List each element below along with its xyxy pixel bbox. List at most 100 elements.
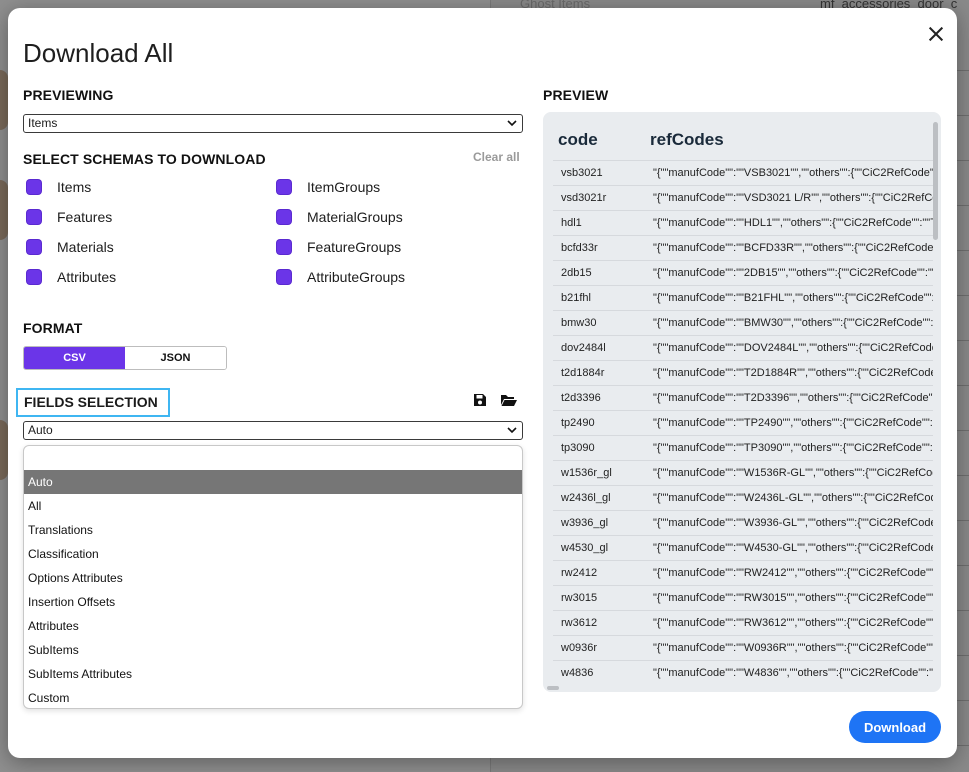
cell-code: tp3090 <box>561 442 595 454</box>
fields-select[interactable]: Auto <box>23 421 523 440</box>
dropdown-option-custom[interactable]: Custom <box>24 686 522 708</box>
clear-all-link[interactable]: Clear all <box>473 150 520 164</box>
dropdown-option-translations[interactable]: Translations <box>24 518 522 542</box>
cell-code: w3936_gl <box>561 517 609 529</box>
schema-checkbox-attributes[interactable]: Attributes <box>27 269 116 285</box>
table-row: w4530_gl "{""manufCode"":""W4530-GL"",""o… <box>553 535 933 560</box>
schema-checkbox-items[interactable]: Items <box>27 179 91 195</box>
cell-code: rw2412 <box>561 567 598 579</box>
cell-code: w4530_gl <box>561 542 609 554</box>
table-row: bmw30 "{""manufCode"":""BMW30"",""others"… <box>553 310 933 335</box>
checkbox-checked-icon <box>277 270 291 284</box>
cell-refcodes: "{""manufCode"":""RW3015"",""others"":{"… <box>653 592 933 604</box>
cell-code: w1536r_gl <box>561 467 612 479</box>
cell-refcodes: "{""manufCode"":""DOV2484L"",""others"":… <box>653 342 933 354</box>
background-thumbnail <box>0 180 8 240</box>
schema-checkbox-featuregroups[interactable]: FeatureGroups <box>277 239 401 255</box>
cell-code: w0936r <box>561 642 598 654</box>
background-thumbnail <box>0 420 8 480</box>
table-row: dov2484l "{""manufCode"":""DOV2484L"",""o… <box>553 335 933 360</box>
cell-refcodes: "{""manufCode"":""T2D3396"",""others"":{… <box>653 392 933 404</box>
horizontal-scrollbar[interactable] <box>547 686 559 690</box>
cell-refcodes: "{""manufCode"":""B21FHL"",""others"":{"… <box>653 292 933 304</box>
dropdown-option-subitems-attributes[interactable]: SubItems Attributes <box>24 662 522 686</box>
checkbox-checked-icon <box>277 180 291 194</box>
table-row: hdl1 "{""manufCode"":""HDL1"",""others"":… <box>553 210 933 235</box>
preview-table-header: code refCodes <box>543 112 933 162</box>
cell-refcodes: "{""manufCode"":""W1536R-GL"",""others""… <box>653 467 933 479</box>
checkbox-checked-icon <box>27 240 41 254</box>
dropdown-search-area[interactable] <box>24 446 522 470</box>
cell-refcodes: "{""manufCode"":""VSD3021 L/R"",""others… <box>653 192 933 204</box>
background-divider <box>955 295 969 296</box>
schema-checkbox-itemgroups[interactable]: ItemGroups <box>277 179 380 195</box>
vertical-scrollbar[interactable] <box>933 122 938 240</box>
cell-refcodes: "{""manufCode"":""W4530-GL"",""others"":… <box>653 542 933 554</box>
dropdown-option-subitems[interactable]: SubItems <box>24 638 522 662</box>
schema-checkbox-attributegroups[interactable]: AttributeGroups <box>277 269 405 285</box>
schema-label: MaterialGroups <box>307 209 403 225</box>
table-row: tp2490 "{""manufCode"":""TP2490"",""other… <box>553 410 933 435</box>
dropdown-option-all[interactable]: All <box>24 494 522 518</box>
folder-open-icon[interactable] <box>500 392 518 408</box>
checkbox-checked-icon <box>277 210 291 224</box>
format-json-button[interactable]: JSON <box>125 347 226 369</box>
table-row: tp3090 "{""manufCode"":""TP3090"",""other… <box>553 435 933 460</box>
background-divider <box>955 565 969 566</box>
schema-checkbox-materials[interactable]: Materials <box>27 239 114 255</box>
cell-refcodes: "{""manufCode"":""W0936R"",""others"":{"… <box>653 642 933 654</box>
table-row: w0936r "{""manufCode"":""W0936R"",""other… <box>553 635 933 660</box>
cell-refcodes: "{""manufCode"":""RW2412"",""others"":{"… <box>653 567 933 579</box>
background-divider <box>955 340 969 341</box>
cell-code: dov2484l <box>561 342 606 354</box>
checkbox-checked-icon <box>27 210 41 224</box>
cell-refcodes: "{""manufCode"":""BCFD33R"",""others"":{… <box>653 242 933 254</box>
dropdown-option-insertion-offsets[interactable]: Insertion Offsets <box>24 590 522 614</box>
cell-code: bmw30 <box>561 317 597 329</box>
checkbox-checked-icon <box>277 240 291 254</box>
format-toggle: CSV JSON <box>23 346 227 370</box>
table-row: w4836 "{""manufCode"":""W4836"",""others"… <box>553 660 933 685</box>
cell-refcodes: "{""manufCode"":""VSB3021"",""others"":{… <box>653 167 933 179</box>
close-icon[interactable] <box>926 24 946 44</box>
table-row: rw2412 "{""manufCode"":""RW2412"",""other… <box>553 560 933 585</box>
dropdown-option-attributes[interactable]: Attributes <box>24 614 522 638</box>
table-row: w3936_gl "{""manufCode"":""W3936-GL"",""o… <box>553 510 933 535</box>
dropdown-option-classification[interactable]: Classification <box>24 542 522 566</box>
background-divider <box>955 520 969 521</box>
cell-code: w4836 <box>561 667 594 679</box>
schema-label: Features <box>57 209 113 225</box>
background-divider <box>955 475 969 476</box>
previewing-heading: PREVIEWING <box>23 87 114 103</box>
cell-refcodes: "{""manufCode"":""RW3612"",""others"":{"… <box>653 617 933 629</box>
modal-title: Download All <box>23 38 174 68</box>
cell-refcodes: "{""manufCode"":""W2436L-GL"",""others""… <box>653 492 933 504</box>
background-divider <box>955 745 969 746</box>
dropdown-option-options-attributes[interactable]: Options Attributes <box>24 566 522 590</box>
previewing-select[interactable]: Items <box>23 114 523 133</box>
column-header-code: code <box>558 130 598 149</box>
cell-code: b21fhl <box>561 292 591 304</box>
table-row: w2436l_gl "{""manufCode"":""W2436L-GL"","… <box>553 485 933 510</box>
background-divider <box>955 160 969 161</box>
format-csv-button[interactable]: CSV <box>24 347 125 369</box>
dropdown-option-auto[interactable]: Auto <box>24 470 522 494</box>
cell-refcodes: "{""manufCode"":""TP3090"",""others"":{"… <box>653 442 933 454</box>
format-heading: FORMAT <box>23 320 83 336</box>
table-row: vsb3021 "{""manufCode"":""VSB3021"",""oth… <box>553 160 933 185</box>
preview-heading: PREVIEW <box>543 87 609 103</box>
schema-checkbox-materialgroups[interactable]: MaterialGroups <box>277 209 403 225</box>
table-row: 2db15 "{""manufCode"":""2DB15"",""others"… <box>553 260 933 285</box>
save-icon[interactable] <box>472 392 488 408</box>
download-all-modal: Download All PREVIEWING Items SELECT SCH… <box>8 8 957 758</box>
cell-refcodes: "{""manufCode"":""W3936-GL"",""others"":… <box>653 517 933 529</box>
schema-label: AttributeGroups <box>307 269 406 285</box>
schema-checkbox-features[interactable]: Features <box>27 209 112 225</box>
cell-code: rw3015 <box>561 592 598 604</box>
schema-label: Attributes <box>57 269 117 285</box>
cell-refcodes: "{""manufCode"":""HDL1"",""others"":{""C… <box>653 217 933 229</box>
fields-select-value: Auto <box>28 423 53 437</box>
chevron-down-icon <box>507 427 517 434</box>
cell-code: 2db15 <box>561 267 592 279</box>
download-button[interactable]: Download <box>849 711 941 743</box>
